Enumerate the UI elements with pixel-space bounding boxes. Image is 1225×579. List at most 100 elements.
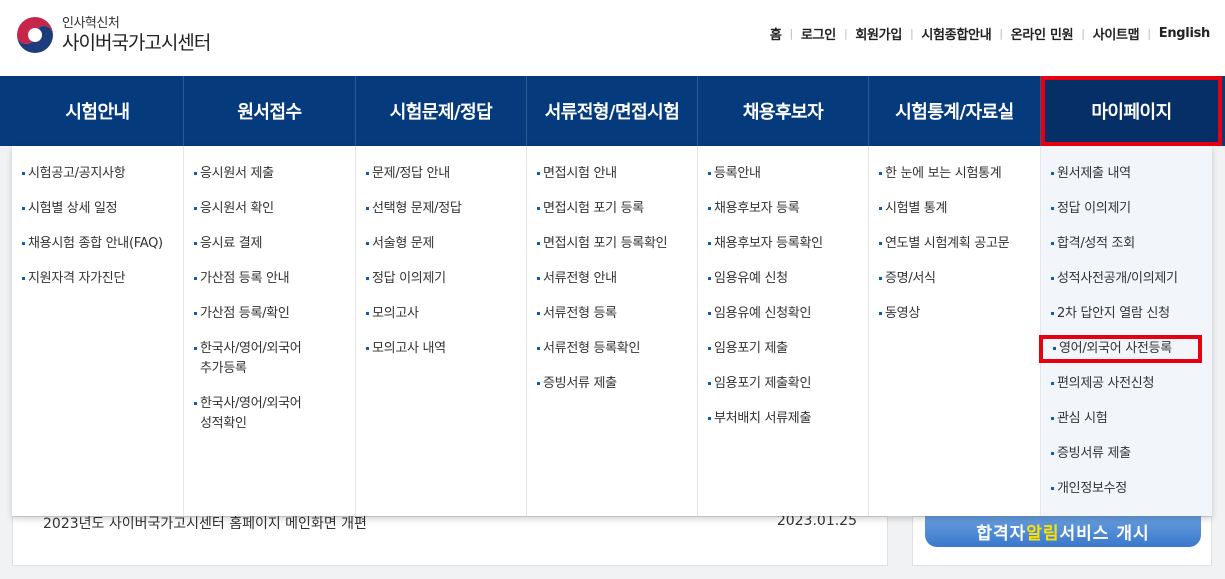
submenu-item-label: 채용후보자 등록확인 xyxy=(714,236,823,251)
submenu-item[interactable]: 임용포기 제출 xyxy=(698,339,868,359)
submenu-item[interactable]: 한 눈에 보는 시험통계 xyxy=(869,164,1040,184)
nav-interview[interactable]: 서류전형/면접시험 xyxy=(527,76,698,146)
submenu-item-label: 면접시험 포기 등록 xyxy=(543,201,644,216)
menu-col-mypage: 원서제출 내역정답 이의제기합격/성적 조회성적사전공개/이의제기 2차 답안지 … xyxy=(1039,146,1212,516)
util-english[interactable]: English xyxy=(1159,26,1211,41)
submenu-item-label: 추가등록 xyxy=(200,361,247,376)
submenu-item[interactable]: 서류전형 등록 xyxy=(527,304,697,324)
menu-col-questions: 문제/정답 안내선택형 문제/정답서술형 문제정답 이의제기모의고사모의고사 내… xyxy=(356,146,527,516)
submenu-item[interactable]: 개인정보수정 xyxy=(1041,479,1212,499)
submenu-item-label: 채용후보자 등록 xyxy=(714,201,800,216)
menu-col-candidate: 등록안내채용후보자 등록채용후보자 등록확인임용유예 신청임용유예 신청확인임용… xyxy=(698,146,869,516)
submenu-item[interactable]: 부처배치 서류제출 xyxy=(698,409,868,429)
submenu-item[interactable]: 한국사/영어/외국어 성적확인 xyxy=(184,394,355,434)
submenu-item-label: 가산점 등록/확인 xyxy=(200,306,290,321)
submenu-item[interactable]: 성적사전공개/이의제기 xyxy=(1041,269,1212,289)
submenu-item[interactable]: 면접시험 포기 등록확인 xyxy=(527,234,697,254)
submenu-item[interactable]: 면접시험 안내 xyxy=(527,164,697,184)
submenu-item-label: 임용포기 제출확인 xyxy=(714,376,812,391)
submenu-item[interactable]: 합격/성적 조회 xyxy=(1041,234,1212,254)
site-logo[interactable]: 인사혁신처 사이버국가고시센터 xyxy=(14,14,211,56)
logo-title: 사이버국가고시센터 xyxy=(62,32,211,54)
submenu-item[interactable]: 임용포기 제출확인 xyxy=(698,374,868,394)
menu-col-application: 응시원서 제출응시원서 확인응시료 결제가산점 등록 안내가산점 등록/확인한국… xyxy=(184,146,356,516)
nav-candidate[interactable]: 채용후보자 xyxy=(698,76,869,146)
submenu-item[interactable]: 정답 이의제기 xyxy=(1041,199,1212,219)
result-alert-banner[interactable]: 합격자 알림 서비스 개시 xyxy=(925,515,1201,547)
submenu-item-label: 증빙서류 제출 xyxy=(1057,446,1131,461)
submenu-item[interactable]: 서술형 문제 xyxy=(356,234,526,254)
submenu-item-label: 등록안내 xyxy=(714,166,761,181)
submenu-item[interactable]: 지원자격 자가진단 xyxy=(12,269,183,289)
submenu-item-label: 관심 시험 xyxy=(1057,411,1108,426)
submenu-item[interactable]: 관심 시험 xyxy=(1041,409,1212,429)
util-login[interactable]: 로그인 xyxy=(801,24,836,43)
submenu-item[interactable]: 채용후보자 등록확인 xyxy=(698,234,868,254)
menu-col-statistics: 한 눈에 보는 시험통계시험별 통계연도별 시험계획 공고문증명/서식동영상 xyxy=(869,146,1041,516)
submenu-item[interactable]: 임용유예 신청 xyxy=(698,269,868,289)
submenu-item-label: 응시료 결제 xyxy=(200,236,263,251)
util-sitemap[interactable]: 사이트맵 xyxy=(1093,24,1140,43)
submenu-item[interactable]: 시험공고/공지사항 xyxy=(12,164,183,184)
submenu-item[interactable]: 연도별 시험계획 공고문 xyxy=(869,234,1040,254)
submenu-item[interactable]: 시험별 통계 xyxy=(869,199,1040,219)
submenu-item-label: 동영상 xyxy=(885,306,920,321)
submenu-item[interactable]: 모의고사 xyxy=(356,304,526,324)
submenu-item[interactable]: 응시원서 제출 xyxy=(184,164,355,184)
submenu-item[interactable]: 등록안내 xyxy=(698,164,868,184)
submenu-item-label: 성적사전공개/이의제기 xyxy=(1057,271,1178,286)
taegeuk-emblem-icon xyxy=(15,15,55,55)
nav-statistics[interactable]: 시험통계/자료실 xyxy=(869,76,1041,146)
nav-questions[interactable]: 시험문제/정답 xyxy=(356,76,527,146)
util-exam-guide[interactable]: 시험종합안내 xyxy=(921,24,991,43)
submenu-item[interactable]: 원서제출 내역 xyxy=(1041,164,1212,184)
submenu-item[interactable]: 서류전형 안내 xyxy=(527,269,697,289)
menu-col-interview: 면접시험 안내면접시험 포기 등록면접시험 포기 등록확인서류전형 안내서류전형… xyxy=(527,146,698,516)
submenu-item-label: 정답 이의제기 xyxy=(372,271,446,286)
submenu-item[interactable]: 문제/정답 안내 xyxy=(356,164,526,184)
submenu-item[interactable]: 서류전형 등록확인 xyxy=(527,339,697,359)
submenu-item[interactable]: 영어/외국어 사전등록 xyxy=(1039,335,1202,363)
submenu-item-label: 임용포기 제출 xyxy=(714,341,788,356)
notice-title[interactable]: 2023년도 사이버국가고시센터 홈페이지 메인화면 개편 xyxy=(43,513,367,533)
utility-nav: 홈 | 로그인 | 회원가입 | 시험종합안내 | 온라인 민원 | 사이트맵 | Engl… xyxy=(769,24,1211,43)
submenu-item[interactable]: 응시료 결제 xyxy=(184,234,355,254)
submenu-item[interactable]: 정답 이의제기 xyxy=(356,269,526,289)
nav-mypage[interactable]: 마이페이지 xyxy=(1041,76,1222,146)
submenu-item-label: 개인정보수정 xyxy=(1057,481,1127,496)
util-home[interactable]: 홈 xyxy=(770,24,782,43)
util-online-civil[interactable]: 온라인 민원 xyxy=(1011,24,1074,43)
util-signup[interactable]: 회원가입 xyxy=(855,24,902,43)
submenu-item-label: 영어/외국어 사전등록 xyxy=(1059,341,1172,356)
main-nav: 시험안내 원서접수 시험문제/정답 서류전형/면접시험 채용후보자 시험통계/자… xyxy=(0,76,1225,146)
submenu-item-label: 합격/성적 조회 xyxy=(1057,236,1135,251)
submenu-item[interactable]: 가산점 등록/확인 xyxy=(184,304,355,324)
submenu-item-label: 서류전형 안내 xyxy=(543,271,617,286)
submenu-item[interactable]: 응시원서 확인 xyxy=(184,199,355,219)
submenu-item-label: 서류전형 등록확인 xyxy=(543,341,641,356)
submenu-item[interactable]: 증명/서식 xyxy=(869,269,1040,289)
submenu-item-label: 가산점 등록 안내 xyxy=(200,271,290,286)
submenu-item[interactable]: 편의제공 사전신청 xyxy=(1041,374,1212,394)
submenu-item[interactable]: 채용시험 종합 안내(FAQ) xyxy=(12,234,183,254)
submenu-item[interactable]: 임용유예 신청확인 xyxy=(698,304,868,324)
submenu-item[interactable]: 가산점 등록 안내 xyxy=(184,269,355,289)
submenu-item[interactable]: 증빙서류 제출 xyxy=(1041,444,1212,464)
submenu-item-label: 증명/서식 xyxy=(885,271,936,286)
submenu-item[interactable]: 한국사/영어/외국어 추가등록 xyxy=(184,339,355,379)
submenu-item[interactable]: 모의고사 내역 xyxy=(356,339,526,359)
submenu-item[interactable]: 선택형 문제/정답 xyxy=(356,199,526,219)
submenu-item[interactable]: 면접시험 포기 등록 xyxy=(527,199,697,219)
submenu-item-label: 한국사/영어/외국어 xyxy=(200,396,302,411)
submenu-item-label: 응시원서 확인 xyxy=(200,201,274,216)
submenu-item-label: 원서제출 내역 xyxy=(1057,166,1131,181)
nav-application[interactable]: 원서접수 xyxy=(184,76,356,146)
nav-exam-info[interactable]: 시험안내 xyxy=(12,76,184,146)
submenu-item-label: 채용시험 종합 안내(FAQ) xyxy=(28,236,163,251)
submenu-item[interactable]: 2차 답안지 열람 신청 xyxy=(1041,304,1212,324)
submenu-item[interactable]: 동영상 xyxy=(869,304,1040,324)
submenu-item[interactable]: 증빙서류 제출 xyxy=(527,374,697,394)
submenu-item[interactable]: 시험별 상세 일정 xyxy=(12,199,183,219)
submenu-item[interactable]: 채용후보자 등록 xyxy=(698,199,868,219)
submenu-item-label: 서류전형 등록 xyxy=(543,306,617,321)
